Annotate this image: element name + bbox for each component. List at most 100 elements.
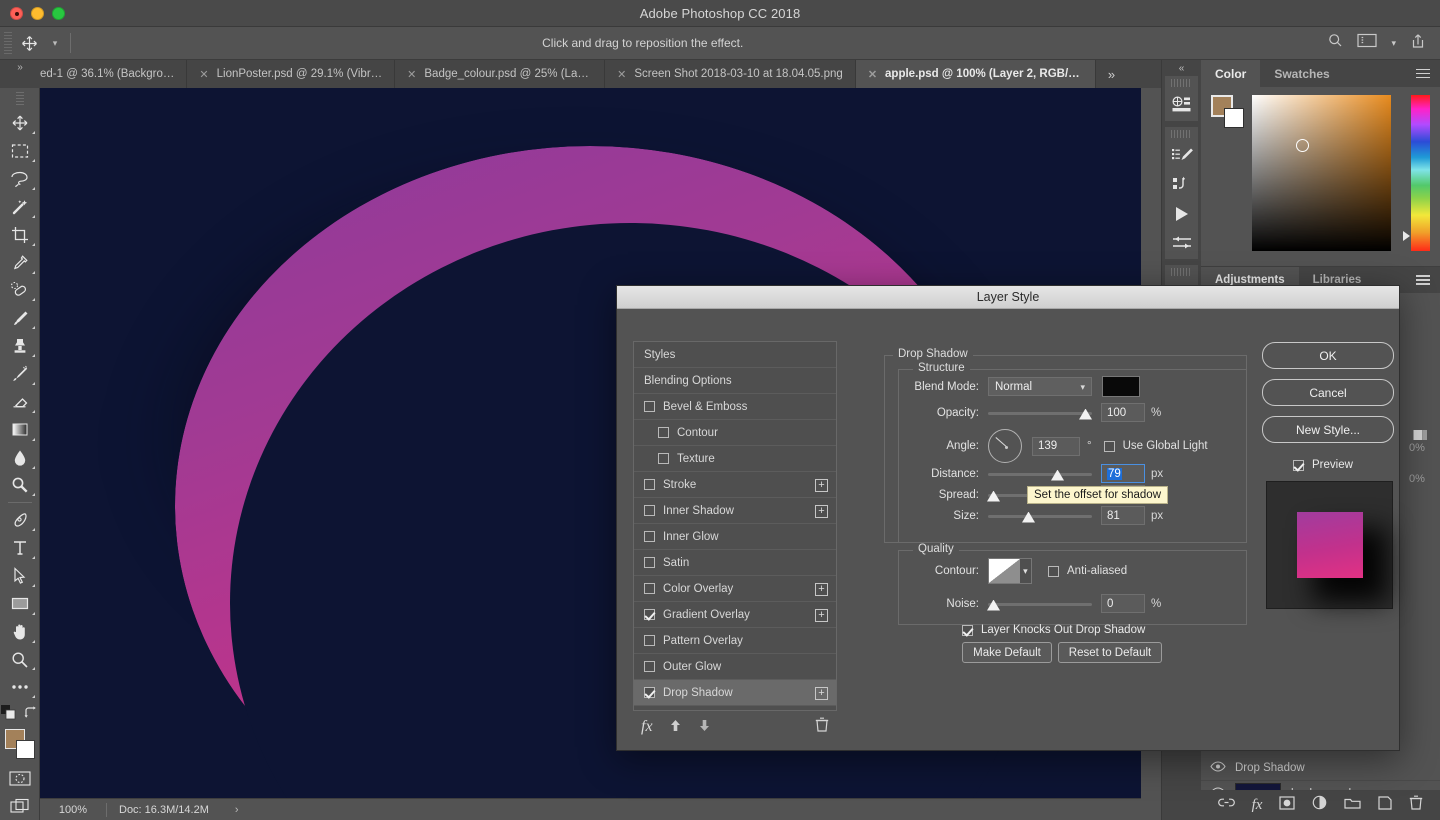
clone-stamp-tool-icon[interactable] xyxy=(2,332,38,360)
brush-tool-icon[interactable] xyxy=(2,304,38,332)
layer-opacity-value[interactable]: 0% xyxy=(1409,442,1425,454)
new-style-button[interactable]: New Style... xyxy=(1262,416,1394,443)
layer-row-drop-shadow[interactable]: Drop Shadow xyxy=(1201,755,1440,781)
history-brush-tool-icon[interactable] xyxy=(2,360,38,388)
list-item-texture[interactable]: Texture xyxy=(634,446,836,472)
dock-group-grip[interactable] xyxy=(1171,79,1192,87)
effect-checkbox[interactable] xyxy=(644,609,655,620)
rectangle-tool-icon[interactable] xyxy=(2,590,38,618)
preview-checkbox-row[interactable]: Preview xyxy=(1293,459,1353,471)
add-effect-icon[interactable]: + xyxy=(815,609,828,622)
make-default-button[interactable]: Make Default xyxy=(962,642,1052,663)
minimize-window-button[interactable] xyxy=(31,7,44,20)
effect-checkbox[interactable] xyxy=(644,401,655,412)
document-tab-1[interactable]: ✕ LionPoster.psd @ 29.1% (Vibr… xyxy=(187,60,395,88)
search-icon[interactable] xyxy=(1328,33,1343,53)
add-effect-icon[interactable]: + xyxy=(815,505,828,518)
layer-knocks-out-checkbox[interactable] xyxy=(962,625,973,636)
list-item-inner-glow[interactable]: Inner Glow xyxy=(634,524,836,550)
delete-layer-icon[interactable] xyxy=(1409,795,1423,815)
effect-checkbox[interactable] xyxy=(644,687,655,698)
actions-icon[interactable] xyxy=(1165,170,1198,199)
eraser-tool-icon[interactable] xyxy=(2,388,38,416)
list-item-satin[interactable]: Satin xyxy=(634,550,836,576)
tabbar-collapse-icon[interactable]: » xyxy=(0,60,40,88)
3d-panel-icon[interactable] xyxy=(1165,90,1198,119)
foreground-background-color-swatches[interactable] xyxy=(5,729,35,756)
noise-input[interactable]: 0 xyxy=(1101,594,1145,613)
size-input[interactable]: 81 xyxy=(1101,506,1145,525)
effect-checkbox[interactable] xyxy=(644,661,655,672)
pen-tool-icon[interactable] xyxy=(2,506,38,534)
arrow-up-icon[interactable] xyxy=(661,719,690,735)
ok-button[interactable]: OK xyxy=(1262,342,1394,369)
path-selection-tool-icon[interactable] xyxy=(2,562,38,590)
adjustments-sliders-icon[interactable] xyxy=(1165,228,1198,257)
healing-brush-tool-icon[interactable] xyxy=(2,277,38,305)
hue-spectrum-strip[interactable] xyxy=(1411,95,1430,251)
tab-color[interactable]: Color xyxy=(1201,60,1260,87)
shadow-color-swatch[interactable] xyxy=(1102,376,1140,397)
add-effect-icon[interactable]: + xyxy=(815,583,828,596)
effect-checkbox[interactable] xyxy=(644,635,655,646)
effect-checkbox[interactable] xyxy=(644,531,655,542)
list-item-outer-glow[interactable]: Outer Glow xyxy=(634,654,836,680)
list-item-pattern-overlay[interactable]: Pattern Overlay xyxy=(634,628,836,654)
gradient-tool-icon[interactable] xyxy=(2,416,38,444)
fx-menu-icon[interactable]: fx xyxy=(633,718,661,736)
add-effect-icon[interactable]: + xyxy=(815,479,828,492)
eyedropper-tool-icon[interactable] xyxy=(2,249,38,277)
anti-aliased-checkbox-row[interactable]: Anti-aliased xyxy=(1048,565,1127,577)
effect-checkbox[interactable] xyxy=(644,583,655,594)
layer-knocks-out-row[interactable]: Layer Knocks Out Drop Shadow xyxy=(962,624,1145,636)
color-panel-swatches[interactable] xyxy=(1211,95,1243,127)
document-tab-2[interactable]: ✕ Badge_colour.psd @ 25% (Lay… xyxy=(395,60,605,88)
document-tab-0[interactable]: ed‑1 @ 36.1% (Backgro… xyxy=(40,60,187,88)
add-fx-icon[interactable]: fx xyxy=(1252,797,1263,814)
effect-checkbox[interactable] xyxy=(644,557,655,568)
swap-colors-icon[interactable] xyxy=(24,706,38,725)
angle-dial[interactable] xyxy=(988,429,1022,463)
timeline-play-icon[interactable] xyxy=(1165,199,1198,228)
edit-toolbar-icon[interactable] xyxy=(2,673,38,701)
list-item-gradient-overlay[interactable]: Gradient Overlay + xyxy=(634,602,836,628)
type-tool-icon[interactable] xyxy=(2,534,38,562)
zoom-level[interactable]: 100% xyxy=(40,804,106,816)
dock-group-grip[interactable] xyxy=(1171,268,1192,276)
new-layer-icon[interactable] xyxy=(1378,796,1392,815)
workspace-icon[interactable] xyxy=(1357,33,1377,53)
options-bar-grip[interactable] xyxy=(4,32,12,54)
dodge-tool-icon[interactable] xyxy=(2,472,38,500)
contour-preset-picker[interactable]: ▾ xyxy=(988,558,1032,584)
panel-menu-icon[interactable] xyxy=(1406,60,1440,87)
close-window-button[interactable] xyxy=(10,7,23,20)
color-cursor-icon[interactable] xyxy=(1296,139,1309,152)
crop-tool-icon[interactable] xyxy=(2,221,38,249)
reset-to-default-button[interactable]: Reset to Default xyxy=(1058,642,1162,663)
arrow-down-icon[interactable] xyxy=(690,719,719,735)
list-item-inner-shadow[interactable]: Inner Shadow + xyxy=(634,498,836,524)
layer-fill-value[interactable]: 0% xyxy=(1409,473,1425,485)
cancel-button[interactable]: Cancel xyxy=(1262,379,1394,406)
dock-collapse-icon[interactable]: « xyxy=(1162,60,1201,76)
anti-aliased-checkbox[interactable] xyxy=(1048,566,1059,577)
size-slider[interactable] xyxy=(988,508,1092,524)
tools-panel-grip[interactable] xyxy=(16,92,24,106)
background-color-swatch[interactable] xyxy=(16,740,35,759)
distance-input[interactable]: 79 xyxy=(1101,464,1145,483)
close-tab-icon[interactable]: ✕ xyxy=(407,68,416,81)
close-tab-icon[interactable]: ✕ xyxy=(199,68,208,81)
blur-tool-icon[interactable] xyxy=(2,444,38,472)
background-color-swatch[interactable] xyxy=(1224,108,1244,128)
share-icon[interactable] xyxy=(1410,33,1426,54)
trash-icon[interactable] xyxy=(815,717,837,737)
quick-mask-icon[interactable] xyxy=(2,764,38,792)
distance-slider[interactable] xyxy=(988,466,1092,482)
lasso-tool-icon[interactable] xyxy=(2,165,38,193)
list-item-contour[interactable]: Contour xyxy=(634,420,836,446)
list-item-color-overlay[interactable]: Color Overlay + xyxy=(634,576,836,602)
opacity-input[interactable]: 100 xyxy=(1101,403,1145,422)
list-item-blending-options[interactable]: Blending Options xyxy=(634,368,836,394)
effect-checkbox[interactable] xyxy=(658,453,669,464)
use-global-light-checkbox[interactable] xyxy=(1104,441,1115,452)
